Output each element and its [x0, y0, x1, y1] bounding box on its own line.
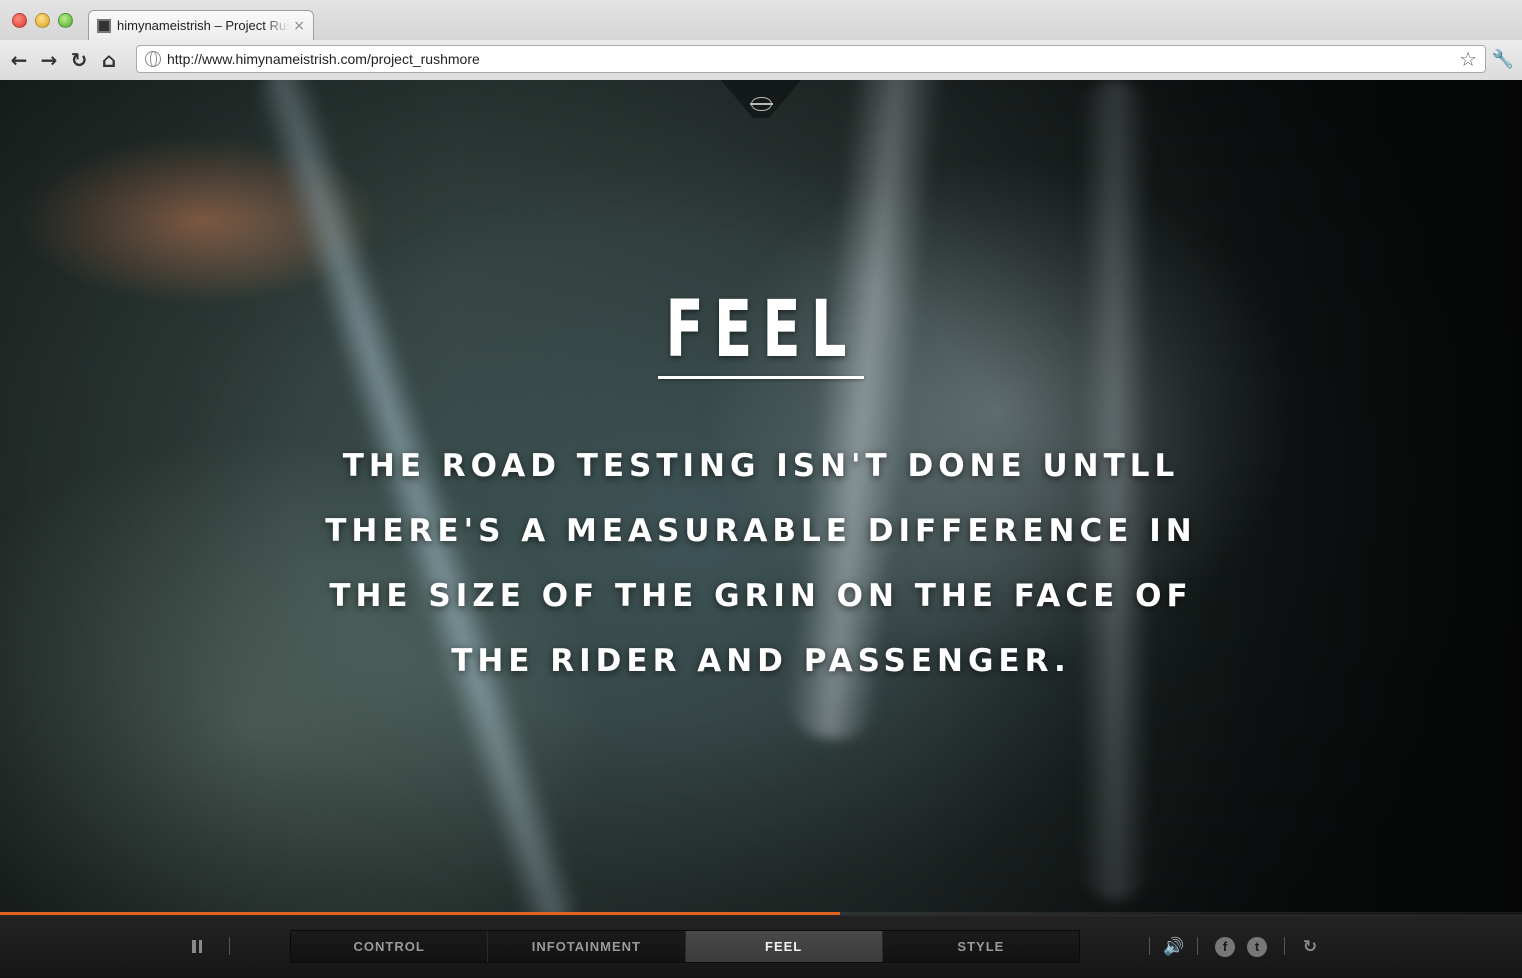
browser-tab[interactable]: himynameistrish – Project Rushmore ×: [88, 10, 314, 40]
hero-background: FEEL The road testing isn't done untll t…: [0, 80, 1522, 978]
brand-logo-icon[interactable]: [750, 97, 773, 111]
volume-icon[interactable]: 🔊: [1163, 937, 1184, 957]
tab-close-icon[interactable]: ×: [293, 18, 305, 34]
back-icon[interactable]: ←: [4, 45, 34, 75]
divider: [1197, 937, 1198, 955]
pause-icon[interactable]: [192, 940, 202, 953]
favicon-icon: [97, 18, 111, 33]
control-bar: CONTROL INFOTAINMENT FEEL STYLE 🔊 f t ↻: [0, 915, 1522, 978]
divider: [1149, 937, 1150, 955]
tab-title: himynameistrish – Project Rushmore: [117, 18, 289, 33]
tab-feel[interactable]: FEEL: [685, 931, 883, 962]
address-bar[interactable]: http://www.himynameistrish.com/project_r…: [136, 45, 1486, 73]
window-controls: [12, 13, 73, 28]
divider: [229, 937, 230, 955]
browser-toolbar: ← → ↻ ⌂ http://www.himynameistrish.com/p…: [0, 40, 1522, 80]
wrench-icon[interactable]: 🔧: [1492, 49, 1514, 70]
section-tabs: CONTROL INFOTAINMENT FEEL STYLE: [290, 930, 1080, 963]
tab-style[interactable]: STYLE: [882, 931, 1079, 962]
facebook-icon[interactable]: f: [1215, 937, 1235, 957]
minimize-window-button[interactable]: [35, 13, 50, 28]
tab-control[interactable]: CONTROL: [291, 931, 489, 962]
home-icon[interactable]: ⌂: [94, 45, 124, 75]
zoom-window-button[interactable]: [58, 13, 73, 28]
forward-icon[interactable]: →: [34, 45, 64, 75]
title-underline: [658, 376, 864, 379]
reload-icon[interactable]: ↻: [64, 45, 94, 75]
divider: [1284, 937, 1285, 955]
twitter-icon[interactable]: t: [1247, 937, 1267, 957]
bookmark-star-icon[interactable]: ☆: [1459, 47, 1477, 71]
globe-icon: [145, 51, 161, 67]
section-title: FEEL: [665, 285, 857, 375]
url-text[interactable]: http://www.himynameistrish.com/project_r…: [167, 51, 1459, 67]
replay-icon[interactable]: ↻: [1300, 937, 1320, 957]
section-body-text: The road testing isn't done untll there'…: [325, 448, 1197, 679]
browser-chrome: himynameistrish – Project Rushmore × ← →…: [0, 0, 1522, 80]
tab-infotainment[interactable]: INFOTAINMENT: [488, 931, 686, 962]
close-window-button[interactable]: [12, 13, 27, 28]
